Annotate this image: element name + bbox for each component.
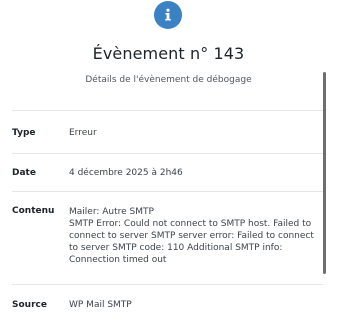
debug-event-modal: Évènement n° 143 Détails de l'évènement … <box>0 0 337 324</box>
detail-row-source: Source WP Mail SMTP <box>12 284 323 324</box>
modal-subtitle: Détails de l'évènement de débogage <box>85 75 252 85</box>
modal-title: Évènement n° 143 <box>92 44 245 63</box>
detail-row-date: Date 4 décembre 2025 à 2h46 <box>12 153 323 192</box>
detail-label: Contenu <box>12 206 55 216</box>
detail-value-content: Mailer: Autre SMTP SMTP Error: Could not… <box>69 206 323 266</box>
detail-label: Date <box>12 168 36 178</box>
detail-value: 4 décembre 2025 à 2h46 <box>69 168 183 178</box>
detail-value: Erreur <box>69 127 97 138</box>
detail-value: WP Mail SMTP <box>69 300 132 310</box>
detail-label: Type <box>12 127 36 138</box>
detail-row-type: Type Erreur <box>12 110 323 154</box>
detail-value-line: SMTP Error: Could not connect to SMTP ho… <box>69 219 314 265</box>
detail-value-line: Mailer: Autre SMTP <box>69 207 154 217</box>
info-icon <box>154 1 182 29</box>
event-details-list: Type Erreur Date 4 décembre 2025 à 2h46 … <box>0 95 337 324</box>
detail-label: Source <box>12 300 47 310</box>
detail-row-content: Contenu Mailer: Autre SMTP SMTP Error: C… <box>12 191 323 284</box>
